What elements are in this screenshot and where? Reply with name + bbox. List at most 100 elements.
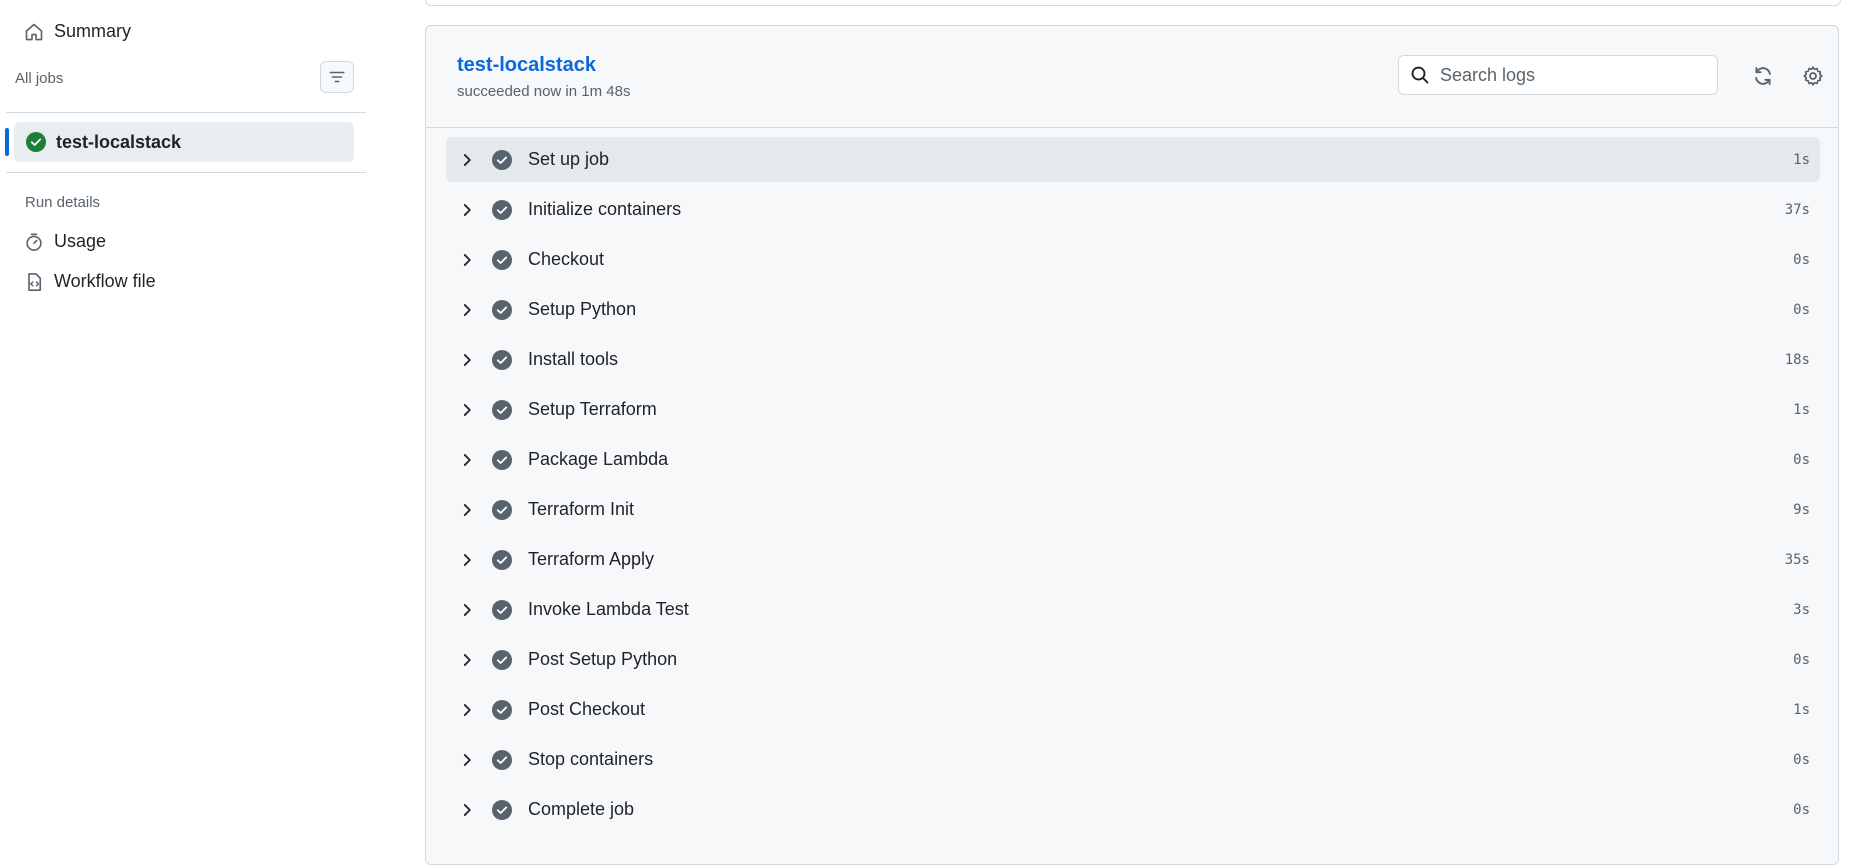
search-icon <box>1411 66 1429 84</box>
job-title[interactable]: test-localstack <box>457 54 596 77</box>
step-duration: 0s <box>1793 451 1810 468</box>
step-row[interactable]: Install tools 18s <box>446 337 1820 382</box>
check-circle-icon <box>26 132 46 152</box>
step-duration: 0s <box>1793 751 1810 768</box>
step-duration: 35s <box>1784 551 1810 568</box>
filter-jobs-button[interactable] <box>320 61 354 93</box>
step-duration: 1s <box>1793 701 1810 718</box>
chevron-right-icon[interactable] <box>458 401 476 419</box>
step-duration: 18s <box>1784 351 1810 368</box>
step-name: Package Lambda <box>528 449 669 469</box>
check-circle-icon <box>492 449 512 470</box>
step-name: Setup Python <box>528 299 637 319</box>
job-log-panel: test-localstack succeeded now in 1m 48s … <box>425 25 1839 865</box>
step-name: Stop containers <box>528 749 654 769</box>
step-row[interactable]: Setup Terraform 1s <box>446 387 1820 432</box>
filter-icon <box>329 71 345 83</box>
job-item-label: test-localstack <box>56 131 182 152</box>
step-duration: 0s <box>1793 251 1810 268</box>
step-row[interactable]: Post Setup Python 0s <box>446 637 1820 682</box>
chevron-right-icon[interactable] <box>458 251 476 269</box>
step-duration: 0s <box>1793 651 1810 668</box>
settings-button[interactable] <box>1798 61 1828 91</box>
refresh-button[interactable] <box>1748 61 1778 91</box>
chevron-right-icon[interactable] <box>458 701 476 719</box>
step-row[interactable]: Package Lambda 0s <box>446 437 1820 482</box>
check-circle-icon <box>492 499 512 520</box>
all-jobs-heading: All jobs <box>15 70 64 87</box>
check-circle-icon <box>492 749 512 770</box>
usage-label: Usage <box>54 231 107 251</box>
step-row[interactable]: Terraform Apply 35s <box>446 537 1820 582</box>
step-duration: 9s <box>1793 501 1810 518</box>
step-name: Terraform Apply <box>528 549 655 569</box>
check-circle-icon <box>492 199 512 220</box>
step-row[interactable]: Terraform Init 9s <box>446 487 1820 532</box>
check-circle-icon <box>492 149 512 170</box>
search-logs-box[interactable] <box>1398 55 1718 95</box>
step-row[interactable]: Set up job 1s <box>446 137 1820 182</box>
step-row[interactable]: Checkout 0s <box>446 237 1820 282</box>
step-name: Checkout <box>528 249 605 269</box>
check-circle-icon <box>492 299 512 320</box>
run-details-heading: Run details <box>25 194 101 211</box>
step-name: Install tools <box>528 349 619 369</box>
workflow-file-link[interactable]: Workflow file <box>24 271 156 292</box>
home-icon <box>25 23 43 40</box>
chevron-right-icon[interactable] <box>458 801 476 819</box>
stopwatch-icon <box>26 232 42 251</box>
step-row[interactable]: Setup Python 0s <box>446 287 1820 332</box>
check-circle-icon <box>492 649 512 670</box>
steps-list: Set up job 1s Initialize containers 37s Chec… <box>446 137 1820 837</box>
summary-card-edge <box>425 0 1841 6</box>
check-circle-icon <box>492 799 512 820</box>
job-status-text: succeeded now in 1m 48s <box>457 83 631 100</box>
step-row[interactable]: Complete job 0s <box>446 787 1820 832</box>
chevron-right-icon[interactable] <box>458 601 476 619</box>
step-row[interactable]: Post Checkout 1s <box>446 687 1820 732</box>
summary-label: Summary <box>54 21 132 41</box>
step-name: Complete job <box>528 799 635 819</box>
step-name: Set up job <box>528 149 610 169</box>
divider <box>6 112 366 113</box>
step-row[interactable]: Initialize containers 37s <box>446 187 1820 232</box>
step-row[interactable]: Invoke Lambda Test 3s <box>446 587 1820 632</box>
gear-icon <box>1803 66 1823 86</box>
check-circle-icon <box>492 699 512 720</box>
chevron-right-icon[interactable] <box>458 651 476 669</box>
chevron-right-icon[interactable] <box>458 201 476 219</box>
step-duration: 0s <box>1793 301 1810 318</box>
check-circle-icon <box>492 249 512 270</box>
chevron-right-icon[interactable] <box>458 551 476 569</box>
step-name: Post Setup Python <box>528 649 678 669</box>
chevron-right-icon[interactable] <box>458 301 476 319</box>
file-code-icon <box>28 272 42 291</box>
step-name: Terraform Init <box>528 499 635 519</box>
step-row[interactable]: Stop containers 0s <box>446 737 1820 782</box>
check-circle-icon <box>492 549 512 570</box>
check-circle-icon <box>492 599 512 620</box>
chevron-right-icon[interactable] <box>458 451 476 469</box>
step-duration: 37s <box>1784 201 1810 218</box>
step-duration: 3s <box>1793 601 1810 618</box>
search-logs-input[interactable] <box>1438 63 1702 87</box>
step-duration: 1s <box>1793 151 1810 168</box>
selected-job-indicator <box>5 128 9 156</box>
chevron-right-icon[interactable] <box>458 151 476 169</box>
job-header: test-localstack succeeded now in 1m 48s <box>426 26 1838 128</box>
usage-link[interactable]: Usage <box>24 231 106 252</box>
workflow-file-label: Workflow file <box>54 271 156 291</box>
sync-icon <box>1755 67 1771 85</box>
check-circle-icon <box>492 349 512 370</box>
check-circle-icon <box>492 399 512 420</box>
sidebar: Summary All jobs test-localstack Run det… <box>0 0 370 856</box>
job-item-test-localstack[interactable]: test-localstack <box>14 122 354 162</box>
summary-link[interactable]: Summary <box>24 21 131 42</box>
chevron-right-icon[interactable] <box>458 501 476 519</box>
divider <box>6 172 366 173</box>
step-duration: 1s <box>1793 401 1810 418</box>
chevron-right-icon[interactable] <box>458 351 476 369</box>
step-name: Setup Terraform <box>528 399 657 419</box>
step-duration: 0s <box>1793 801 1810 818</box>
chevron-right-icon[interactable] <box>458 751 476 769</box>
